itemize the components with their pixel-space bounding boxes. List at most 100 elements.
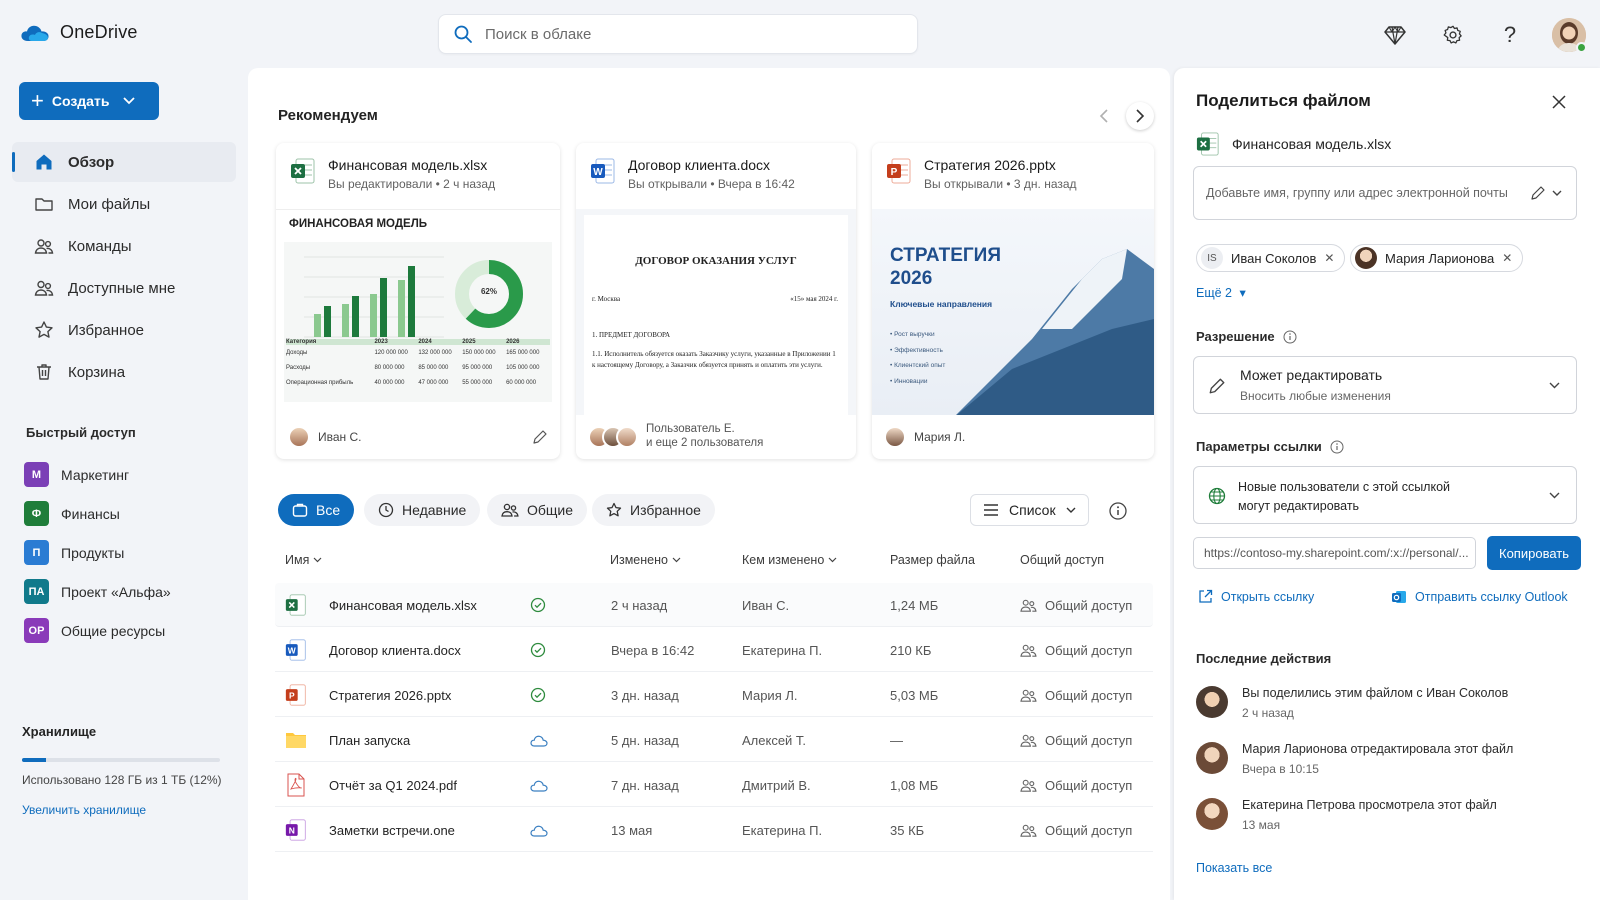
storage-progress-fill <box>22 758 46 762</box>
activity-item: Екатерина Петрова просмотрела этот файл 1… <box>1196 798 1497 832</box>
edit-permission-dropdown[interactable] <box>1530 185 1562 201</box>
svg-text:W: W <box>288 645 296 655</box>
sharing-status[interactable]: Общий доступ <box>1020 718 1132 762</box>
donut-percent-label: 62% <box>480 287 497 296</box>
info-icon[interactable] <box>1108 501 1128 521</box>
show-all-activity-link[interactable]: Показать все <box>1196 861 1272 875</box>
premium-diamond-icon[interactable] <box>1382 22 1408 48</box>
external-link-icon <box>1198 589 1213 604</box>
column-header-modified[interactable]: Изменено <box>610 553 681 567</box>
link-setting-line2: могут редактировать <box>1238 498 1360 513</box>
share-url-field[interactable]: https://contoso-my.sharepoint.com/:x://p… <box>1193 537 1476 569</box>
upgrade-storage-link[interactable]: Увеличить хранилище <box>22 803 146 817</box>
filter-favorites[interactable]: Избранное <box>592 494 715 526</box>
column-header-name[interactable]: Имя <box>285 553 322 567</box>
send-outlook-link[interactable]: Отправить ссылку Outlook <box>1391 589 1568 605</box>
carousel-next-button[interactable] <box>1126 102 1154 130</box>
file-name[interactable]: Отчёт за Q1 2024.pdf <box>329 763 457 807</box>
mini-td: 95 000 000 <box>462 364 493 371</box>
recipient-chip-ivan[interactable]: IS Иван Соколов ✕ <box>1196 244 1346 272</box>
file-name[interactable]: План запуска <box>329 718 410 762</box>
brand[interactable]: OneDrive <box>20 22 138 43</box>
quick-item-finance[interactable]: Ф Финансы <box>24 494 171 533</box>
folder-file-icon <box>285 718 307 762</box>
sharing-status[interactable]: Общий доступ <box>1020 808 1132 852</box>
sidebar-item-favorites[interactable]: Избранное <box>12 310 236 350</box>
svg-text:P: P <box>289 690 295 700</box>
view-switcher-button[interactable]: Список <box>970 494 1089 526</box>
table-row[interactable]: W Договор клиента.docx Вчера в 16:42 Екатер… <box>275 628 1153 672</box>
more-recipients-link[interactable]: Ещё 2 ▾ <box>1196 285 1246 300</box>
sidebar-item-recycle-bin[interactable]: Корзина <box>12 352 236 392</box>
card-preview: СТРАТЕГИЯ 2026 Ключевые направления • Ро… <box>872 209 1154 415</box>
recipient-chip-maria[interactable]: Мария Ларионова ✕ <box>1350 244 1524 272</box>
onedrive-cloud-icon <box>20 23 50 43</box>
permission-dropdown[interactable]: Может редактировать Вносить любые измене… <box>1193 356 1577 414</box>
shared-file-name: Финансовая модель.xlsx <box>1232 136 1392 152</box>
sidebar-item-my-files[interactable]: Мои файлы <box>12 184 236 224</box>
file-name[interactable]: Договор клиента.docx <box>329 628 461 672</box>
sharing-status[interactable]: Общий доступ <box>1020 583 1132 627</box>
table-row[interactable]: План запуска 5 дн. назад Алексей Т. — Общий … <box>275 718 1153 762</box>
table-row[interactable]: N Заметки встречи.one 13 мая Екатерина П. 35… <box>275 808 1153 852</box>
filter-all[interactable]: Все <box>278 494 355 526</box>
pencil-icon <box>1208 377 1226 395</box>
column-header-modified-by[interactable]: Кем изменено <box>742 553 837 567</box>
search-box[interactable] <box>438 14 918 54</box>
sharing-status[interactable]: Общий доступ <box>1020 628 1132 672</box>
doc-heading: ДОГОВОР ОКАЗАНИЯ УСЛУГ <box>635 255 797 267</box>
file-name[interactable]: Финансовая модель.xlsx <box>329 583 477 627</box>
recommended-card-client-contract[interactable]: W Договор клиента.docx Вы открывали • Вч… <box>576 143 856 459</box>
filter-recent[interactable]: Недавние <box>364 494 481 526</box>
file-name[interactable]: Заметки встречи.one <box>329 808 455 852</box>
people-icon <box>1020 823 1037 838</box>
one-file-icon: N <box>285 808 307 852</box>
search-input[interactable] <box>485 25 885 43</box>
sharing-label: Общий доступ <box>1045 822 1133 838</box>
edit-pencil-icon[interactable] <box>532 429 548 445</box>
info-icon[interactable] <box>1330 440 1344 454</box>
card-preview: ДОГОВОР ОКАЗАНИЯ УСЛУГ г. Москва «15» ма… <box>576 209 856 415</box>
document-preview: ДОГОВОР ОКАЗАНИЯ УСЛУГ г. Москва «15» ма… <box>584 215 848 415</box>
create-button[interactable]: + Создать <box>19 82 159 120</box>
sharing-status[interactable]: Общий доступ <box>1020 763 1132 807</box>
table-row[interactable]: Финансовая модель.xlsx 2 ч назад Иван С. 1,… <box>275 583 1153 627</box>
table-row[interactable]: P Стратегия 2026.pptx 3 дн. назад Мария Л. 5… <box>275 673 1153 717</box>
remove-x-icon[interactable]: ✕ <box>1324 251 1334 265</box>
help-question-icon[interactable]: ? <box>1497 22 1523 48</box>
sidebar-item-shared-with-me[interactable]: Доступные мне <box>12 268 236 308</box>
info-icon[interactable] <box>1283 330 1297 344</box>
quick-item-project-alpha[interactable]: ПА Проект «Альфа» <box>24 572 171 611</box>
quick-item-label: Маркетинг <box>61 466 130 483</box>
open-link[interactable]: Открыть ссылку <box>1198 589 1314 604</box>
activity-text: Екатерина Петрова просмотрела этот файл <box>1242 798 1497 812</box>
modified-time: 5 дн. назад <box>611 732 679 748</box>
quick-item-products[interactable]: П Продукты <box>24 533 171 572</box>
copy-link-button[interactable]: Копировать <box>1487 536 1581 570</box>
link-settings-section-title: Параметры ссылки <box>1196 439 1344 454</box>
quick-item-shared-resources[interactable]: ОР Общие ресурсы <box>24 611 171 650</box>
recommended-card-strategy[interactable]: P Стратегия 2026.pptx Вы открывали • 3 д… <box>872 143 1154 459</box>
settings-gear-icon[interactable] <box>1440 22 1466 48</box>
remove-x-icon[interactable]: ✕ <box>1502 251 1512 265</box>
sidebar-item-teams[interactable]: Команды <box>12 226 236 266</box>
column-header-sharing[interactable]: Общий доступ <box>1020 553 1104 567</box>
activity-time: 13 мая <box>1242 818 1281 832</box>
doc-date: «15» мая 2024 г. <box>790 295 838 303</box>
quick-item-marketing[interactable]: М Маркетинг <box>24 455 171 494</box>
mini-td: 47 000 000 <box>418 379 449 386</box>
share-recipient-input[interactable]: Добавьте имя, группу или адрес электронн… <box>1193 166 1577 220</box>
sharing-status[interactable]: Общий доступ <box>1020 673 1132 717</box>
close-icon[interactable] <box>1548 91 1570 113</box>
mini-td: 132 000 000 <box>418 349 452 356</box>
recommended-card-finance-model[interactable]: Финансовая модель.xlsx Вы редактировали … <box>276 143 560 459</box>
sidebar-item-overview[interactable]: Обзор <box>12 142 236 182</box>
sidebar-item-label: Избранное <box>68 321 145 339</box>
filter-shared[interactable]: Общие <box>487 494 588 526</box>
link-settings-dropdown[interactable]: Новые пользователи с этой ссылкой могут … <box>1193 466 1577 524</box>
sharing-label: Общий доступ <box>1045 777 1133 793</box>
file-name[interactable]: Стратегия 2026.pptx <box>329 673 451 717</box>
table-row[interactable]: Отчёт за Q1 2024.pdf 7 дн. назад Дмитрий В… <box>275 763 1153 807</box>
carousel-prev-button[interactable] <box>1090 102 1118 130</box>
column-header-size[interactable]: Размер файла <box>890 553 975 567</box>
